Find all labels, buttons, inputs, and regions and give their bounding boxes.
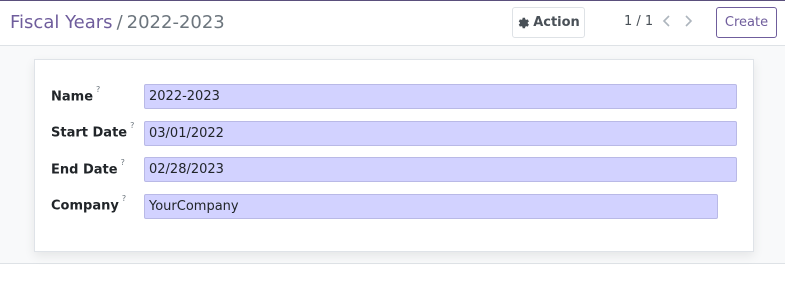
gear-icon (518, 17, 530, 28)
chevron-left-icon (662, 15, 670, 27)
breadcrumb-current: 2022-2023 (126, 12, 225, 33)
end-date-label: End Date? (51, 158, 125, 178)
pager-value[interactable]: 1 / 1 (624, 14, 653, 29)
breadcrumb-fiscal-years-link[interactable]: Fiscal Years (10, 12, 113, 33)
pager-next-button[interactable] (680, 11, 696, 31)
pager-previous-button[interactable] (659, 11, 675, 31)
name-help-tooltip[interactable]: ? (96, 85, 100, 94)
action-button-label: Action (533, 15, 580, 30)
start-date-help-tooltip[interactable]: ? (130, 121, 134, 130)
action-button[interactable]: Action (512, 7, 585, 38)
breadcrumb-separator: / (116, 12, 123, 33)
end-date-field[interactable]: 02/28/2023 (144, 157, 737, 182)
start-date-label: Start Date? (51, 121, 135, 141)
name-field[interactable]: 2022-2023 (144, 84, 737, 109)
content-area: Name? 2022-2023 Start Date? 03/01/2022 E… (0, 46, 785, 264)
company-field[interactable]: YourCompany (144, 194, 718, 219)
form-sheet: Name? 2022-2023 Start Date? 03/01/2022 E… (34, 59, 754, 252)
control-panel: Fiscal Years/2022-2023 Action 1 / 1 Crea… (0, 1, 785, 46)
breadcrumb: Fiscal Years/2022-2023 (10, 11, 225, 35)
name-label: Name? (51, 85, 101, 105)
chevron-right-icon (685, 15, 693, 27)
create-button[interactable]: Create (716, 7, 777, 38)
end-date-help-tooltip[interactable]: ? (121, 158, 125, 167)
company-label: Company? (51, 194, 127, 214)
company-help-tooltip[interactable]: ? (122, 194, 126, 203)
start-date-field[interactable]: 03/01/2022 (144, 121, 737, 146)
